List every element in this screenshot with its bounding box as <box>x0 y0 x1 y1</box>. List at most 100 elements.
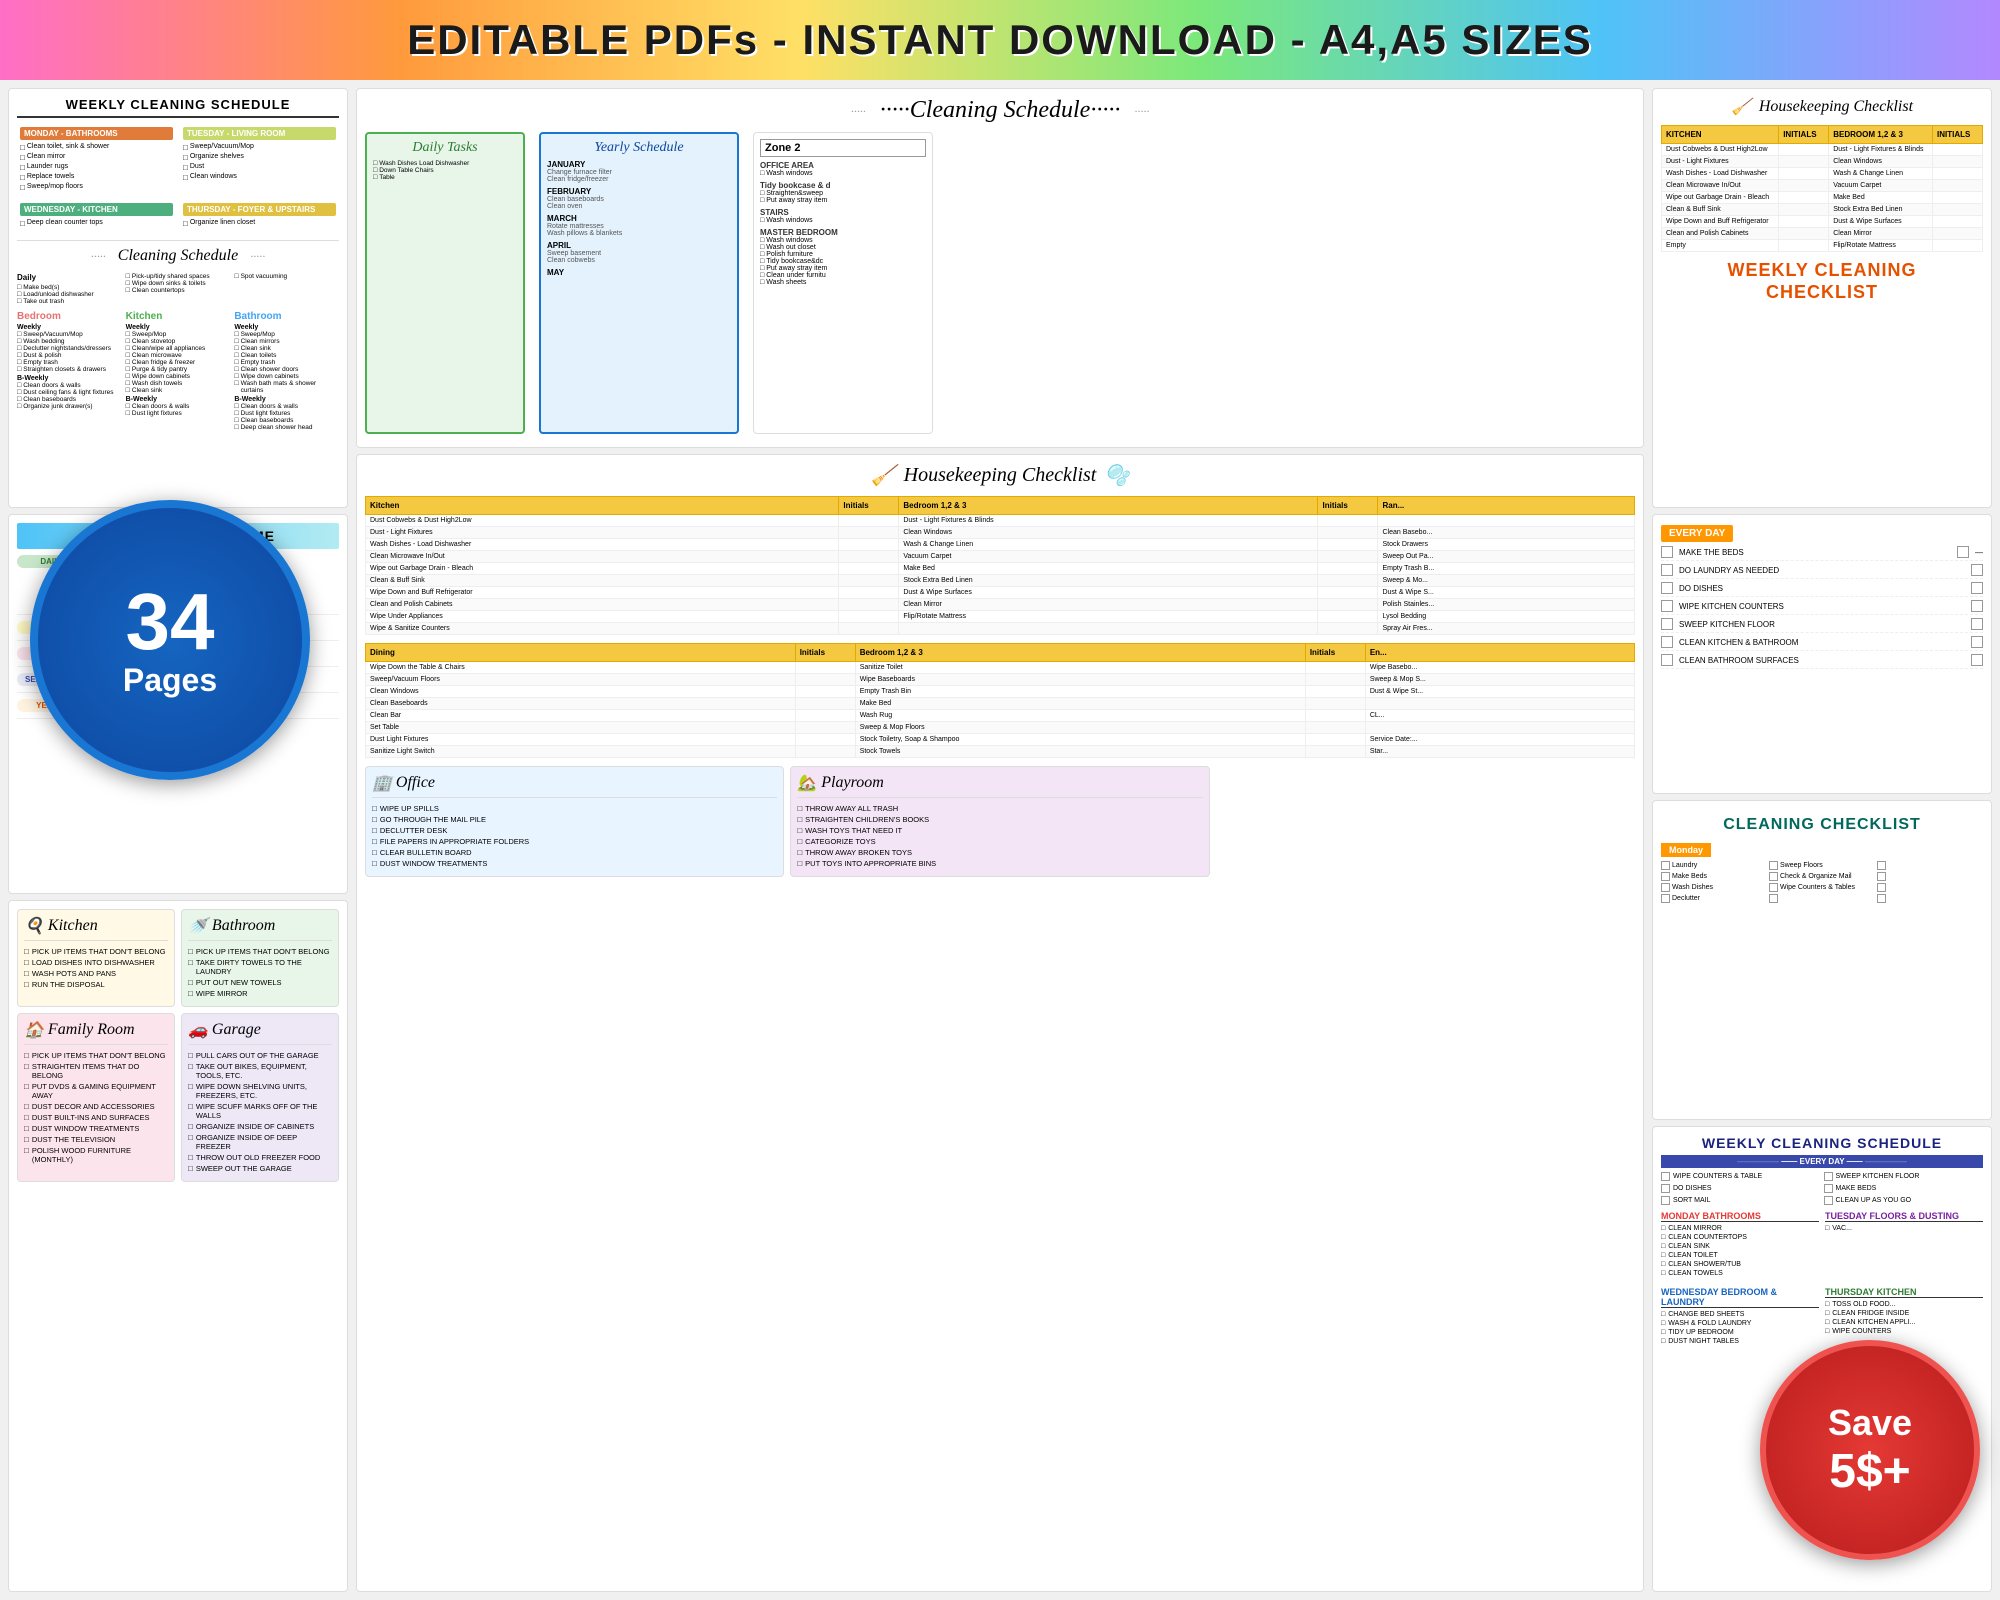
weekly-label2: Weekly <box>126 324 231 331</box>
weekly-cleaning-schedule-card: WEEKLY CLEANING SCHEDULE MONDAY - BATHRO… <box>8 88 348 508</box>
checkbox[interactable] <box>1661 636 1673 648</box>
initials-d-header: Initials <box>795 644 855 662</box>
thursday-ws-tasks: TOSS OLD FOOD... CLEAN FRIDGE INSIDE CLE… <box>1825 1301 1983 1335</box>
wc-content: EVERY DAY MAKE THE BEDS — DO LAUNDRY AS … <box>1661 523 1983 672</box>
table-row: Clean Baseboards Make Bed <box>366 698 1635 710</box>
task: Purge & tidy pantry <box>126 366 231 373</box>
playroom-room-card: 🏡 Playroom THROW AWAY ALL TRASH STRAIGHT… <box>790 766 1209 877</box>
monday-tasks-grid: Laundry Sweep Floors Make Beds Check & O… <box>1661 861 1983 903</box>
task: PICK UP ITEMS THAT DON'T BELONG <box>24 1051 168 1060</box>
zone2-box: Zone 2 OFFICE AREA Wash windows Tidy boo… <box>753 132 933 434</box>
monday-ws-label: MONDAY BATHROOMS <box>1661 1211 1819 1222</box>
wednesday-ws-tasks: CHANGE BED SHEETS WASH & FOLD LAUNDRY TI… <box>1661 1311 1819 1345</box>
task: Check & Organize Mail <box>1769 872 1875 881</box>
task: Pick-up/tidy shared spaces <box>126 273 231 280</box>
daily-tasks-grid: Daily Make bed(s) Load/unload dishwasher… <box>17 273 339 305</box>
checkbox[interactable] <box>1971 582 1983 594</box>
table-row: Wipe out Garbage Drain - Bleach Make Bed <box>1662 192 1983 204</box>
housekeeping-right-title: 🧹 Housekeeping Checklist <box>1661 97 1983 117</box>
monday-label: MONDAY - BATHROOMS <box>20 127 173 140</box>
task: Put away stray item <box>760 197 926 204</box>
weekly-schedule-right-title: WEEKLY CLEANING SCHEDULE <box>1661 1135 1983 1151</box>
family-room-card: 🏠 Family Room PICK UP ITEMS THAT DON'T B… <box>17 1013 175 1182</box>
cleaning-checklist-title: CLEANING CHECKLIST <box>1661 815 1983 834</box>
task: RUN THE DISPOSAL <box>24 980 168 989</box>
task <box>1877 883 1983 892</box>
task: Empty trash <box>17 359 122 366</box>
task: Take out trash <box>17 298 122 305</box>
extra-col-header: Ran... <box>1378 497 1635 515</box>
task: Dust ceiling fans & light fixtures <box>17 389 122 396</box>
checkbox[interactable] <box>1971 636 1983 648</box>
task: DUST DECOR AND ACCESSORIES <box>24 1102 168 1111</box>
task: CLEAN FRIDGE INSIDE <box>1825 1310 1983 1317</box>
task: Clean mirrors <box>234 338 339 345</box>
main-content: 34 Pages Save 5$+ WEEKLY CLEANING SCHEDU… <box>0 80 2000 1600</box>
ws-item: MAKE BEDS <box>1824 1184 1984 1193</box>
task: Dust <box>183 163 336 172</box>
table-row: Wash Dishes - Load Dishwasher Wash & Cha… <box>366 539 1635 551</box>
monday-ws-tasks: CLEAN MIRROR CLEAN COUNTERTOPS CLEAN SIN… <box>1661 1225 1819 1277</box>
initials2-header-r: INITIALS <box>1933 126 1983 144</box>
task: PUT OUT NEW TOWELS <box>188 978 332 987</box>
daily-label: Daily <box>17 273 122 282</box>
initials-b2-header: Initials <box>1305 644 1365 662</box>
playroom-title: 🏡 Playroom <box>797 773 1202 798</box>
task: WASH & FOLD LAUNDRY <box>1661 1320 1819 1327</box>
wednesday-ws-label: WEDNESDAY BEDROOM & LAUNDRY <box>1661 1287 1819 1308</box>
task <box>1769 894 1875 903</box>
room-cleaning-card: 🍳 Kitchen PICK UP ITEMS THAT DON'T BELON… <box>8 900 348 1592</box>
office-area: OFFICE AREA Wash windows <box>760 161 926 177</box>
family-icon: 🏠 <box>24 1020 44 1040</box>
task: TAKE DIRTY TOWELS TO THE LAUNDRY <box>188 958 332 976</box>
month-item: APRIL Sweep basement Clean cobwebs <box>547 241 731 264</box>
weekly-schedule-title: WEEKLY CLEANING SCHEDULE <box>17 97 339 118</box>
ws-item: DO DISHES <box>1661 1184 1821 1193</box>
housekeeping-checklist-mid-card: 🧹 Housekeeping Checklist 🫧 Kitchen Initi… <box>356 454 1644 1592</box>
middle-column: ·····Cleaning Schedule····· Daily Tasks … <box>356 88 1644 1592</box>
checkbox[interactable] <box>1661 618 1673 630</box>
task: Clean under furnitu <box>760 272 926 279</box>
task: ORGANIZE INSIDE OF CABINETS <box>188 1122 332 1131</box>
task: Clean doors & walls <box>17 382 122 389</box>
yearly-schedule-box: Yearly Schedule JANUARY Change furnace f… <box>539 132 739 434</box>
checkbox[interactable] <box>1971 618 1983 630</box>
bookcase-area: Tidy bookcase & d Straighten&sweep Put a… <box>760 181 926 204</box>
checkbox[interactable] <box>1971 654 1983 666</box>
task: Make Beds <box>1661 872 1767 881</box>
task: CLEAN SHOWER/TUB <box>1661 1261 1819 1268</box>
task: Dust & polish <box>17 352 122 359</box>
checkbox[interactable] <box>1661 582 1673 594</box>
family-title: 🏠 Family Room <box>24 1020 168 1045</box>
checkbox[interactable] <box>1661 546 1673 558</box>
table-row: Wipe Down and Buff Refrigerator Dust & W… <box>1662 216 1983 228</box>
checklist-item: WIPE KITCHEN COUNTERS <box>1661 600 1983 615</box>
playroom-icon: 🏡 <box>797 773 817 793</box>
checkbox[interactable] <box>1957 546 1969 558</box>
task: Wipe down cabinets <box>126 373 231 380</box>
table-row: Set Table Sweep & Mop Floors <box>366 722 1635 734</box>
table-row: Clean and Polish Cabinets Clean Mirror <box>1662 228 1983 240</box>
task: CHANGE BED SHEETS <box>1661 1311 1819 1318</box>
tuesday-ws: TUESDAY FLOORS & DUSTING VAC... <box>1825 1211 1983 1277</box>
task: Put away stray item <box>760 265 926 272</box>
table-row: Dust Cobwebs & Dust High2Low Dust - Ligh… <box>1662 144 1983 156</box>
bedroom-col-header: Bedroom 1,2 & 3 <box>899 497 1318 515</box>
thursday-label: THURSDAY - FOYER & UPSTAIRS <box>183 203 336 216</box>
table-row: Dust - Light Fixtures Clean Windows Clea… <box>366 527 1635 539</box>
cleaning-icon: 🧹 <box>1731 97 1751 117</box>
checkbox[interactable] <box>1661 564 1673 576</box>
save-text: Save <box>1828 1402 1912 1444</box>
checkbox[interactable] <box>1661 654 1673 666</box>
checkbox[interactable] <box>1971 564 1983 576</box>
table-row: Wipe Under Appliances Flip/Rotate Mattre… <box>366 611 1635 623</box>
garage-icon: 🚗 <box>188 1020 208 1040</box>
task: THROW AWAY ALL TRASH <box>797 804 1202 813</box>
checkbox[interactable] <box>1971 600 1983 612</box>
checkbox[interactable] <box>1661 600 1673 612</box>
task: CLEAN SINK <box>1661 1243 1819 1250</box>
task: Clean doors & walls <box>234 403 339 410</box>
bedroom-col: Bedroom Weekly Sweep/Vacuum/Mop Wash bed… <box>17 311 122 431</box>
task: Clean baseboards <box>234 417 339 424</box>
garage-room-card: 🚗 Garage PULL CARS OUT OF THE GARAGE TAK… <box>181 1013 339 1182</box>
